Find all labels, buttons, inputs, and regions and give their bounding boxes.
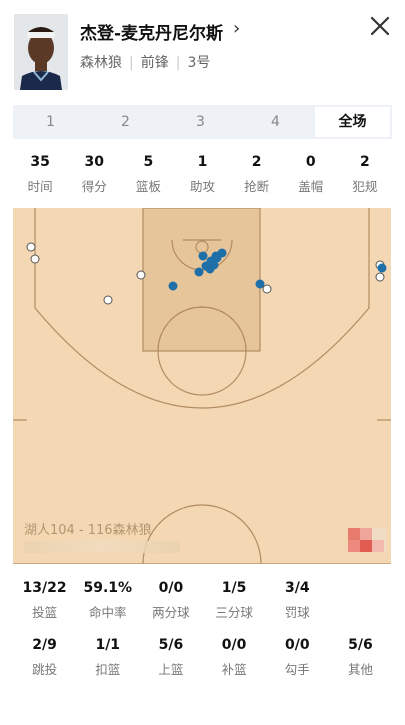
made-shot-marker	[198, 251, 208, 261]
shoot-fg: 13/22 投篮	[13, 580, 76, 621]
shot-chart: 湖人104 - 116森林狼	[13, 208, 391, 564]
made-shot-marker	[212, 253, 222, 263]
shoot-value: 0/0	[284, 637, 310, 653]
shoot-value: 13/22	[22, 580, 67, 596]
shoot-label: 其他	[347, 662, 373, 677]
made-shot-marker	[168, 281, 178, 291]
shoot-value: 59.1%	[83, 580, 133, 596]
shooting-row: 2/9 跳投 1/1 扣篮 5/6 上篮 0/0 补篮 0/0 勾手 5/6 其他	[13, 637, 392, 678]
stat-label: 得分	[81, 179, 107, 194]
shoot-layup: 5/6 上篮	[139, 637, 202, 678]
player-team: 森林狼	[80, 55, 122, 71]
tab-quarter-4[interactable]: 4	[238, 105, 313, 139]
stat-rebounds: 5 篮板	[121, 154, 175, 195]
shoot-other: 5/6 其他	[329, 637, 392, 678]
shoot-jumper: 2/9 跳投	[13, 637, 76, 678]
shoot-2pt: 0/0 两分球	[139, 580, 202, 621]
shoot-label: 上篮	[158, 662, 184, 677]
stats-summary: 35 时间 30 得分 5 篮板 1 助攻 2 抢断 0 盖帽 2 犯规	[13, 154, 392, 195]
stat-value: 2	[360, 154, 370, 170]
stat-blocks: 0 盖帽	[284, 154, 338, 195]
shoot-label: 两分球	[152, 605, 190, 620]
player-header: 杰登-麦克丹尼尔斯 › 森林狼 | 前锋 | 3号	[0, 0, 405, 98]
court-diagram	[13, 208, 391, 564]
watermark-logo	[348, 528, 386, 552]
shoot-empty	[329, 580, 392, 621]
stat-label: 盖帽	[298, 179, 324, 194]
stat-steals: 2 抢断	[230, 154, 284, 195]
stat-fouls: 2 犯规	[338, 154, 392, 195]
shoot-value: 2/9	[32, 637, 57, 653]
shoot-label: 扣篮	[95, 662, 121, 677]
stat-label: 抢断	[244, 179, 270, 194]
made-shot-marker	[377, 263, 387, 273]
stat-value: 2	[251, 154, 262, 170]
shoot-dunk: 1/1 扣篮	[76, 637, 139, 678]
tab-full-game[interactable]: 全场	[315, 107, 390, 137]
missed-shot-marker	[262, 284, 272, 294]
shoot-label: 补篮	[221, 662, 247, 677]
shoot-tip: 0/0 补篮	[203, 637, 266, 678]
player-position: 前锋	[140, 55, 169, 71]
missed-shot-marker	[136, 270, 146, 280]
shoot-label: 命中率	[89, 605, 127, 620]
shoot-3pt: 1/5 三分球	[203, 580, 266, 621]
stat-label: 篮板	[135, 179, 161, 194]
divider: |	[129, 55, 134, 71]
missed-shot-marker	[375, 272, 385, 282]
shoot-fg-pct: 59.1% 命中率	[76, 580, 139, 621]
shoot-value: 3/4	[284, 580, 310, 596]
shoot-ft: 3/4 罚球	[266, 580, 329, 621]
stat-value: 1	[197, 154, 208, 170]
player-avatar	[14, 14, 68, 90]
tab-quarter-1[interactable]: 1	[13, 105, 88, 139]
tab-quarter-3[interactable]: 3	[163, 105, 238, 139]
chevron-right-icon[interactable]: ›	[233, 18, 240, 39]
shoot-value: 1/1	[95, 637, 121, 653]
blurred-text	[24, 541, 180, 553]
shoot-value: 0/0	[158, 580, 184, 596]
missed-shot-marker	[103, 295, 113, 305]
stat-value: 30	[84, 154, 104, 170]
stat-value: 0	[305, 154, 316, 170]
close-icon[interactable]	[366, 12, 394, 40]
shoot-value: 5/6	[158, 637, 184, 653]
player-number: 3号	[187, 55, 211, 71]
stat-label: 犯规	[352, 179, 378, 194]
shoot-value: 0/0	[221, 637, 247, 653]
made-shot-marker	[255, 279, 265, 289]
quarter-tabs: 1 2 3 4 全场	[13, 105, 392, 139]
player-name[interactable]: 杰登-麦克丹尼尔斯	[80, 19, 223, 44]
shoot-label: 跳投	[32, 662, 58, 677]
shoot-label: 罚球	[284, 605, 310, 620]
stat-label: 助攻	[189, 179, 215, 194]
missed-shot-marker	[26, 242, 36, 252]
shooting-breakdown: 13/22 投篮 59.1% 命中率 0/0 两分球 1/5 三分球 3/4 罚球 2/9…	[13, 580, 392, 694]
stat-minutes: 35 时间	[13, 154, 67, 195]
score-line: 湖人104 - 116森林狼	[24, 523, 152, 538]
stat-value: 5	[143, 154, 154, 170]
stat-label: 时间	[27, 179, 53, 194]
shoot-label: 勾手	[284, 662, 310, 677]
stat-assists: 1 助攻	[175, 154, 229, 195]
paint-area	[142, 208, 261, 352]
missed-shot-marker	[30, 254, 40, 264]
shoot-value: 1/5	[221, 580, 247, 596]
tab-quarter-2[interactable]: 2	[88, 105, 163, 139]
shoot-label: 三分球	[215, 605, 253, 620]
shooting-row: 13/22 投篮 59.1% 命中率 0/0 两分球 1/5 三分球 3/4 罚球	[13, 580, 392, 621]
divider: |	[175, 55, 181, 71]
shoot-value: 5/6	[348, 637, 373, 653]
shoot-label: 投篮	[32, 605, 58, 620]
stat-value: 35	[30, 154, 50, 170]
made-shot-marker	[194, 267, 204, 277]
player-meta: 森林狼 | 前锋 | 3号	[80, 52, 210, 72]
shoot-hook: 0/0 勾手	[266, 637, 329, 678]
stat-points: 30 得分	[67, 154, 121, 195]
